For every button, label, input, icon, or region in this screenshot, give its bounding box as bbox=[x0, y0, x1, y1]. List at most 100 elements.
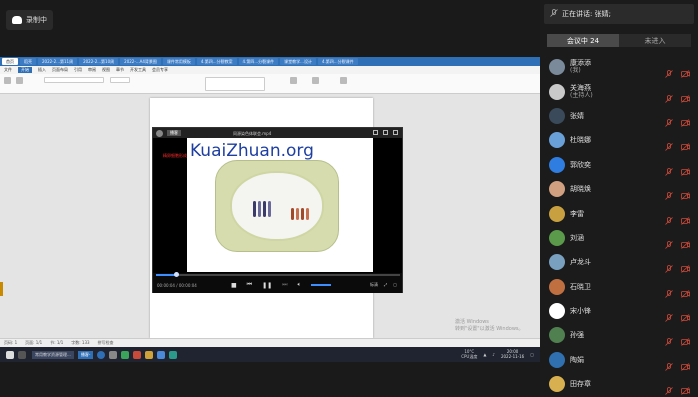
mic-muted-icon[interactable] bbox=[665, 234, 673, 249]
camera-off-icon[interactable] bbox=[681, 112, 690, 127]
folder-icon[interactable] bbox=[145, 350, 154, 359]
paste-icon[interactable] bbox=[4, 77, 11, 84]
clock[interactable]: 20:00 2022-11-16 bbox=[501, 349, 524, 359]
wps-tab[interactable]: 4.第四...分裂课件 bbox=[238, 58, 279, 65]
select-icon[interactable] bbox=[340, 77, 347, 84]
mic-muted-icon[interactable] bbox=[665, 185, 673, 200]
mic-muted-icon[interactable] bbox=[665, 88, 673, 103]
camera-off-icon[interactable] bbox=[681, 356, 690, 371]
meeting-icon[interactable] bbox=[157, 350, 166, 359]
network-icon[interactable]: ▲ bbox=[483, 352, 486, 357]
text-layout-icon[interactable] bbox=[290, 77, 297, 84]
edge-icon[interactable] bbox=[169, 350, 178, 359]
wps-tab[interactable]: 首页 bbox=[2, 58, 18, 65]
camera-off-icon[interactable] bbox=[681, 234, 690, 249]
wps-tab[interactable]: 课件常用模板 bbox=[162, 58, 195, 65]
close-icon[interactable] bbox=[393, 130, 398, 135]
menu-item[interactable]: 开发工具 bbox=[130, 67, 146, 73]
mic-muted-icon[interactable] bbox=[665, 112, 673, 127]
participant-row[interactable]: 石晓卫 bbox=[540, 275, 698, 299]
cut-icon[interactable] bbox=[16, 77, 23, 84]
recording-indicator[interactable]: 录制中 bbox=[6, 10, 53, 30]
menu-item[interactable]: 引用 bbox=[74, 67, 82, 73]
mic-muted-icon[interactable] bbox=[665, 331, 673, 347]
next-icon[interactable]: ⏭ bbox=[282, 281, 287, 289]
menu-item[interactable]: 插入 bbox=[38, 67, 46, 73]
find-replace-icon[interactable] bbox=[312, 77, 319, 84]
participant-row[interactable]: 郭欣奕 bbox=[540, 153, 698, 177]
search-icon[interactable] bbox=[18, 350, 26, 359]
menu-item[interactable]: 文件 bbox=[4, 67, 12, 73]
camera-off-icon[interactable] bbox=[681, 63, 690, 78]
menu-item[interactable]: 审阅 bbox=[88, 67, 96, 73]
participant-row[interactable]: 胡晓焕 bbox=[540, 177, 698, 201]
weather-widget[interactable]: 10°C CPU温度 bbox=[461, 349, 477, 359]
camera-off-icon[interactable] bbox=[681, 136, 690, 152]
windows-start-icon[interactable] bbox=[6, 350, 14, 359]
mic-muted-icon[interactable] bbox=[665, 307, 673, 322]
mic-muted-icon[interactable] bbox=[665, 210, 673, 225]
participant-row[interactable]: 李雷 bbox=[540, 201, 698, 225]
menu-item[interactable]: 视图 bbox=[102, 67, 110, 73]
mic-muted-icon[interactable] bbox=[665, 136, 673, 152]
menu-item[interactable]: 会员专享 bbox=[152, 67, 168, 73]
mic-muted-icon[interactable] bbox=[665, 283, 673, 298]
wps-tab[interactable]: 课堂教学...设计 bbox=[280, 58, 316, 65]
camera-off-icon[interactable] bbox=[681, 258, 690, 274]
fullscreen-icon[interactable]: ⤢ bbox=[384, 282, 387, 288]
quality-button[interactable]: 标清 bbox=[370, 282, 378, 288]
participant-row[interactable]: 康添添 (我) bbox=[540, 55, 698, 79]
camera-off-icon[interactable] bbox=[681, 283, 690, 298]
volume-icon[interactable]: 🔈︎ bbox=[298, 281, 302, 289]
mic-muted-icon[interactable] bbox=[665, 63, 673, 78]
wps-tab[interactable]: 稻壳 bbox=[20, 58, 36, 65]
side-tool-tab[interactable] bbox=[0, 282, 3, 296]
window-mode-icon[interactable]: ▢ bbox=[393, 282, 397, 288]
mic-muted-icon[interactable] bbox=[665, 258, 673, 274]
participant-row[interactable]: 田存章 bbox=[540, 372, 698, 396]
menu-item[interactable]: 开始 bbox=[18, 67, 32, 73]
player-badge[interactable]: 播客 bbox=[167, 130, 181, 136]
mic-muted-icon[interactable] bbox=[665, 161, 673, 176]
wechat-icon[interactable] bbox=[121, 350, 130, 359]
wps-icon[interactable] bbox=[133, 350, 142, 359]
mic-muted-icon[interactable] bbox=[665, 356, 673, 371]
pause-icon[interactable]: ❚❚ bbox=[262, 282, 272, 289]
previous-icon[interactable]: ⏮ bbox=[247, 281, 252, 289]
camera-off-icon[interactable] bbox=[681, 88, 690, 103]
maximize-icon[interactable] bbox=[383, 130, 388, 135]
font-size-select[interactable] bbox=[110, 77, 130, 83]
menu-item[interactable]: 页面布局 bbox=[52, 67, 68, 73]
participant-row[interactable]: 宋小锋 bbox=[540, 299, 698, 323]
speaker-icon[interactable]: ♪ bbox=[492, 352, 495, 357]
participant-row[interactable]: 关海燕 (主持人) bbox=[540, 79, 698, 103]
participant-row[interactable]: 杜晓娜 bbox=[540, 128, 698, 152]
mic-muted-icon[interactable] bbox=[665, 380, 673, 396]
camera-off-icon[interactable] bbox=[681, 307, 690, 322]
participant-row[interactable]: 张婧 bbox=[540, 104, 698, 128]
camera-off-icon[interactable] bbox=[681, 380, 690, 396]
seek-bar[interactable] bbox=[156, 272, 400, 277]
seek-handle[interactable] bbox=[173, 272, 179, 277]
volume-slider[interactable] bbox=[311, 284, 332, 286]
tab-not-joined[interactable]: 未进入 bbox=[619, 34, 691, 47]
wps-tab[interactable]: 2022-2...第11周 bbox=[38, 58, 78, 65]
notification-icon[interactable]: ▢ bbox=[530, 352, 534, 357]
participant-row[interactable]: 孙强 bbox=[540, 323, 698, 347]
menu-item[interactable]: 章节 bbox=[116, 67, 124, 73]
camera-off-icon[interactable] bbox=[681, 185, 690, 200]
style-gallery[interactable] bbox=[205, 77, 265, 91]
taskbar-app[interactable]: 常用教学资源管理... bbox=[32, 350, 74, 359]
stop-icon[interactable]: ■ bbox=[231, 282, 237, 289]
minimize-icon[interactable] bbox=[373, 130, 378, 135]
wps-tab[interactable]: 4.第四...分裂教案 bbox=[196, 58, 237, 65]
settings-icon[interactable] bbox=[109, 350, 118, 359]
taskbar-app-player[interactable]: 播客- bbox=[77, 350, 94, 359]
wps-tab[interactable]: 2022-...A4背景图 bbox=[120, 58, 161, 65]
participant-row[interactable]: 刘涵 bbox=[540, 226, 698, 250]
participant-row[interactable]: 陶娟 bbox=[540, 348, 698, 372]
camera-off-icon[interactable] bbox=[681, 161, 690, 176]
browser-icon[interactable] bbox=[97, 350, 106, 359]
camera-off-icon[interactable] bbox=[681, 331, 690, 347]
camera-off-icon[interactable] bbox=[681, 210, 690, 225]
